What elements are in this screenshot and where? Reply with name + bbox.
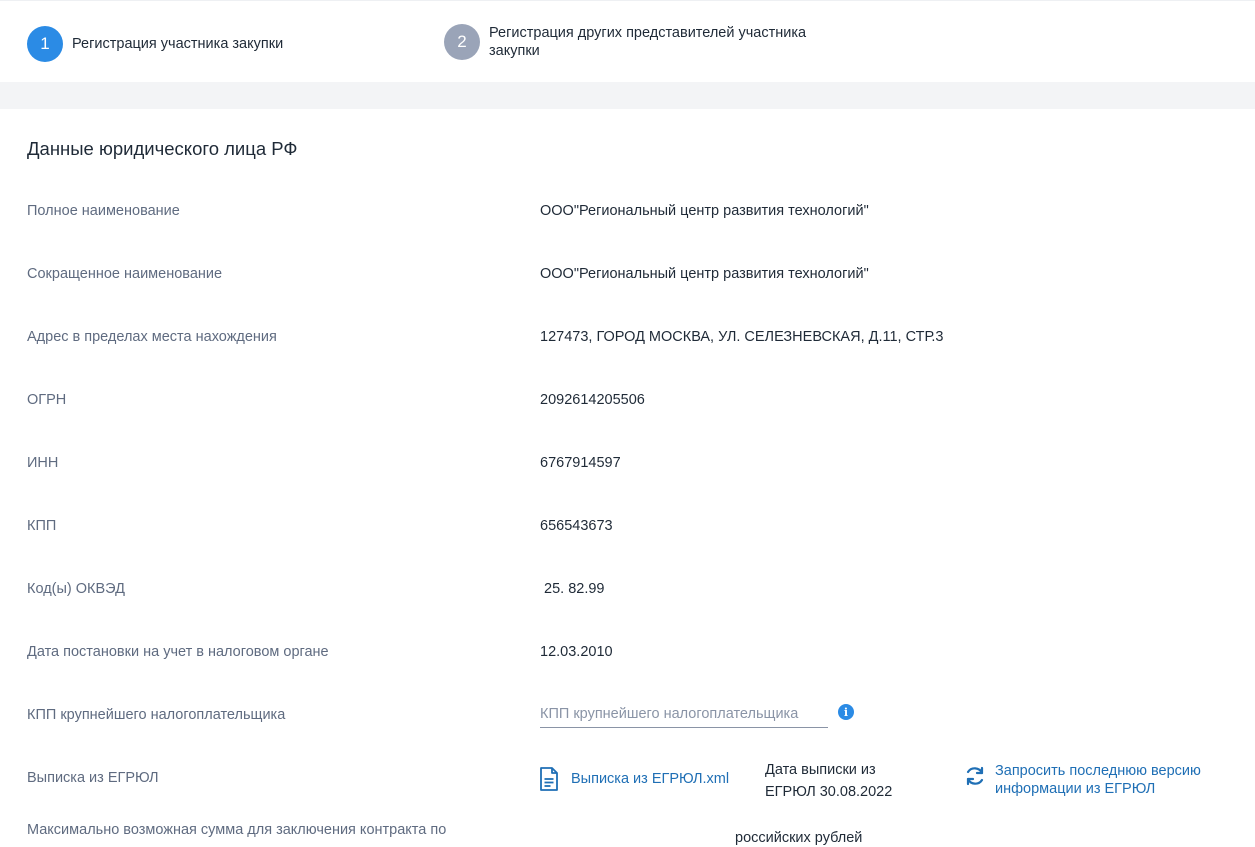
field-ogrn: ОГРН 2092614205506	[27, 392, 1227, 416]
stepper: 1 Регистрация участника закупки 2 Регист…	[0, 0, 1255, 82]
egrul-file-label[interactable]: Выписка из ЕГРЮЛ.xml	[571, 771, 729, 787]
refresh-egrul-button[interactable]: Запросить последнюю версию информации из…	[963, 762, 1235, 798]
section-title: Данные юридического лица РФ	[27, 138, 298, 159]
field-okved: Код(ы) ОКВЭД 25. 82.99	[27, 581, 1227, 605]
refresh-icon	[966, 766, 984, 786]
field-inn: ИНН 6767914597	[27, 455, 1227, 479]
field-value: 12.03.2010	[540, 644, 613, 660]
field-label: Максимально возможная сумма для заключен…	[27, 822, 447, 838]
field-value: ООО"Региональный центр развития технолог…	[540, 203, 869, 219]
field-full-name: Полное наименование ООО"Региональный цен…	[27, 203, 1227, 227]
field-label: Дата постановки на учет в налоговом орга…	[27, 644, 329, 660]
field-max-contract-sum: Максимально возможная сумма для заключен…	[27, 822, 1227, 846]
step-2-label: Регистрация других представителей участн…	[489, 25, 807, 59]
field-value: 656543673	[540, 518, 613, 534]
field-label: КПП крупнейшего налогоплательщика	[27, 707, 286, 723]
field-label: Полное наименование	[27, 203, 180, 219]
step-2[interactable]: 2 Регистрация других представителей учас…	[444, 24, 829, 60]
file-icon	[540, 767, 558, 791]
refresh-egrul-label[interactable]: Запросить последнюю версию информации из…	[995, 762, 1235, 798]
field-value: ООО"Региональный центр развития технолог…	[540, 266, 869, 282]
field-address: Адрес в пределах места нахождения 127473…	[27, 329, 1227, 353]
field-value: 2092614205506	[540, 392, 645, 408]
step-1[interactable]: 1 Регистрация участника закупки	[27, 26, 283, 62]
field-label: Адрес в пределах места нахождения	[27, 329, 277, 345]
step-2-number: 2	[444, 24, 480, 60]
field-label: Сокращенное наименование	[27, 266, 223, 282]
largest-taxpayer-kpp-input[interactable]	[540, 700, 828, 728]
step-1-number: 1	[27, 26, 63, 62]
field-label: ИНН	[27, 455, 59, 471]
field-value: 127473, ГОРОД МОСКВА, УЛ. СЕЛЕЗНЕВСКАЯ, …	[540, 329, 944, 345]
egrul-file-link[interactable]: Выписка из ЕГРЮЛ.xml	[539, 767, 729, 791]
section-divider	[0, 82, 1255, 109]
field-label: КПП	[27, 518, 57, 534]
field-short-name: Сокращенное наименование ООО"Региональны…	[27, 266, 1227, 290]
step-1-label: Регистрация участника закупки	[72, 36, 284, 52]
field-value: 6767914597	[540, 455, 621, 471]
field-label: Код(ы) ОКВЭД	[27, 581, 125, 597]
field-value: 25. 82.99	[540, 581, 605, 597]
egrul-extract-date: Дата выписки из ЕГРЮЛ 30.08.2022	[765, 762, 893, 800]
info-icon[interactable]: i	[838, 704, 854, 720]
currency-text: российских рублей	[735, 830, 863, 846]
field-label: ОГРН	[27, 392, 67, 408]
field-tax-registration-date: Дата постановки на учет в налоговом орга…	[27, 644, 1227, 668]
field-label: Выписка из ЕГРЮЛ	[27, 770, 159, 786]
field-kpp: КПП 656543673	[27, 518, 1227, 542]
